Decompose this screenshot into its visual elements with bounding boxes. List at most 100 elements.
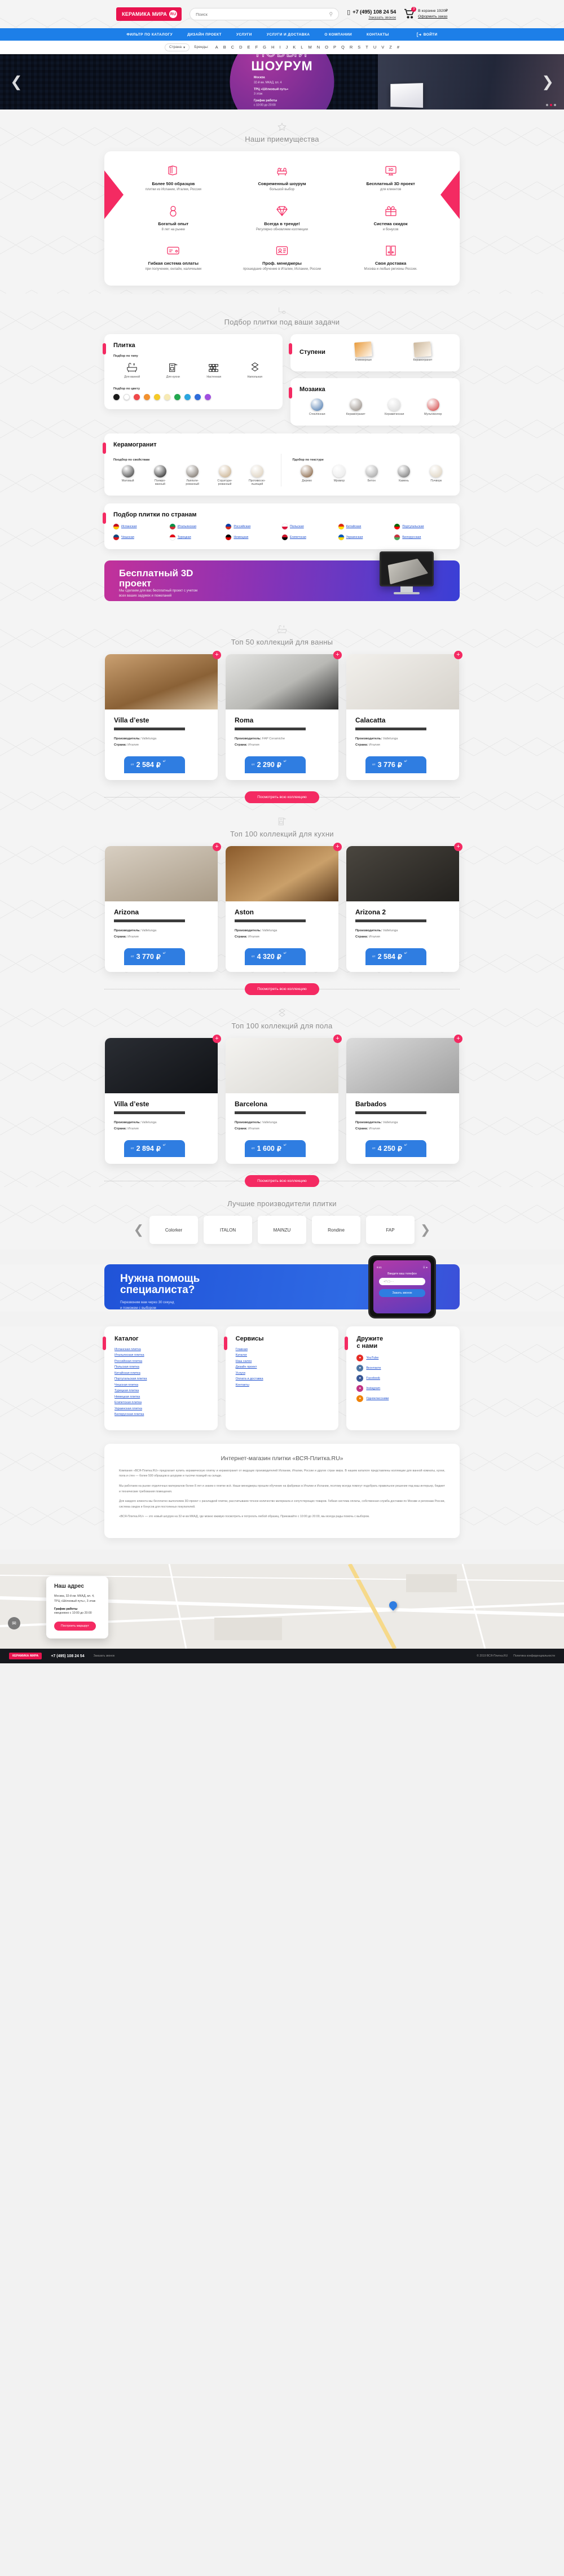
mosaic-item-1[interactable]: Керамогранит [341, 398, 371, 417]
footer-service-link-0[interactable]: Главная [236, 1348, 329, 1351]
porcelain-prop-1[interactable]: Полиро-ванный [147, 465, 174, 487]
footer-service-link-4[interactable]: Услуги [236, 1372, 329, 1375]
social-link[interactable]: Вконтакте [366, 1366, 381, 1370]
footer-catalog-link-6[interactable]: Чешская плитка [114, 1383, 208, 1387]
checkout-link[interactable]: Оформить заказ [418, 14, 448, 20]
brand-letter-J[interactable]: J [286, 45, 288, 50]
tile-type-2[interactable]: Настенная [199, 361, 228, 379]
product-card[interactable]: + Roma Производитель: FAP Ceramiche Страна:… [226, 651, 342, 781]
nav-item-delivery[interactable]: УСЛУГИ И ДОСТАВКА [267, 33, 310, 37]
nav-item-services[interactable]: УСЛУГИ [236, 33, 252, 37]
hero-next-arrow[interactable]: ❯ [541, 73, 554, 91]
country-item-0[interactable]: Испанская [113, 524, 170, 530]
country-link[interactable]: Египетская [290, 536, 306, 539]
manufacturer-logo-1[interactable]: ITALON [204, 1216, 252, 1245]
mosaic-item-0[interactable]: Стеклянная [302, 398, 332, 417]
cart-block[interactable]: 3 В корзине 1920₽ Оформить заказ [404, 6, 448, 20]
brand-letter-E[interactable]: E [248, 45, 250, 50]
social-item-2[interactable]: ● Facebook [356, 1375, 450, 1382]
product-card[interactable]: + Calacatta Производитель: Vallelunga Стран… [346, 651, 462, 781]
brand-letter-K[interactable]: K [293, 45, 296, 50]
callback-link[interactable]: Заказать звонок [352, 16, 396, 20]
bottom-callback[interactable]: Заказать звонок [94, 1654, 114, 1658]
footer-catalog-link-11[interactable]: Белорусская плитка [114, 1413, 208, 1416]
country-item-4[interactable]: Китайская [338, 524, 395, 530]
footer-service-link-3[interactable]: Дизайн проект [236, 1365, 329, 1369]
bottom-policy[interactable]: Политика конфиденциальности [513, 1654, 555, 1658]
mosaic-item-3[interactable]: Мультиколор [418, 398, 448, 417]
product-card[interactable]: + Villa d’este Производитель: Vallelunga Ст… [105, 1035, 221, 1164]
footer-catalog-link-1[interactable]: Итальянская плитка [114, 1353, 208, 1357]
social-link[interactable]: Instagram [366, 1387, 380, 1390]
manufacturer-logo-4[interactable]: FAP [366, 1216, 415, 1245]
country-item-11[interactable]: Белорусская [394, 535, 451, 541]
country-item-9[interactable]: Египетская [281, 535, 338, 541]
brand-letter-N[interactable]: N [317, 45, 320, 50]
porcelain-prop-2[interactable]: Лаппати-рованный [179, 465, 206, 487]
brand-letter-U[interactable]: U [373, 45, 376, 50]
add-to-cart-icon[interactable]: + [333, 651, 342, 660]
chevron-left-icon[interactable]: ❮ [134, 1223, 144, 1237]
product-card[interactable]: + Barcelona Производитель: Vallelunga Стран… [226, 1035, 342, 1164]
country-link[interactable]: Белорусская [402, 536, 421, 539]
country-link[interactable]: Китайская [346, 525, 362, 528]
footer-catalog-link-9[interactable]: Египетская плитка [114, 1401, 208, 1404]
social-item-3[interactable]: ● Instagram [356, 1385, 450, 1392]
social-link[interactable]: Facebook [366, 1377, 380, 1380]
color-swatch-4[interactable] [154, 393, 160, 400]
country-select[interactable]: Страна ▾ [164, 43, 190, 51]
chevron-right-icon[interactable]: ❯ [420, 1223, 430, 1237]
step-item-1[interactable]: Керамогранит [408, 341, 437, 362]
porcelain-texture-3[interactable]: Камень [390, 465, 417, 483]
product-price-button[interactable]: от 2 290 ₽ м² [245, 756, 306, 774]
country-item-7[interactable]: Турецкая [169, 535, 226, 541]
manufacturer-logo-2[interactable]: MAINZU [258, 1216, 306, 1245]
site-logo[interactable]: КЕРАМИКА МИРА RU [116, 7, 182, 21]
country-item-1[interactable]: Итальянская [169, 524, 226, 530]
footer-catalog-link-5[interactable]: Португальская плитка [114, 1377, 208, 1381]
footer-catalog-link-10[interactable]: Украинская плитка [114, 1407, 208, 1410]
country-item-6[interactable]: Чешская [113, 535, 170, 541]
porcelain-prop-3[interactable]: Структури-рованный [211, 465, 239, 487]
cart-icon[interactable]: 3 [404, 6, 417, 19]
brand-letter-V[interactable]: V [381, 45, 384, 50]
porcelain-prop-4[interactable]: Противоско-льзящий [244, 465, 271, 487]
product-card[interactable]: + Barbados Производитель: Vallelunga Страна… [346, 1035, 462, 1164]
login-button[interactable]: Войти [416, 32, 438, 37]
footer-catalog-link-2[interactable]: Российская плитка [114, 1360, 208, 1363]
country-link[interactable]: Турецкая [178, 536, 191, 539]
country-item-8[interactable]: Немецкая [226, 535, 282, 541]
brand-letter-D[interactable]: D [239, 45, 242, 50]
footer-service-link-1[interactable]: Каталог [236, 1353, 329, 1357]
footer-catalog-link-0[interactable]: Испанская плитка [114, 1348, 208, 1351]
footer-service-link-6[interactable]: Контакты [236, 1383, 329, 1387]
brand-letter-G[interactable]: G [263, 45, 266, 50]
step-item-0[interactable]: Клинкерные [349, 341, 378, 362]
brand-letter-Z[interactable]: Z [389, 45, 392, 50]
hero-dot[interactable] [546, 104, 548, 106]
map-section[interactable]: Наш адрес Москва, 32-й км. МКАД, вл. 4, Т… [0, 1564, 564, 1649]
brand-letter-C[interactable]: C [231, 45, 234, 50]
product-price-button[interactable]: от 2 584 ₽ м² [124, 756, 185, 774]
porcelain-texture-1[interactable]: Мрамор [325, 465, 352, 483]
brand-letter-I[interactable]: I [279, 45, 280, 50]
view-all-button[interactable]: Посмотреть всю коллекцию [245, 983, 319, 996]
porcelain-texture-4[interactable]: Пэчворк [422, 465, 450, 483]
brand-letter-#[interactable]: # [397, 45, 399, 50]
footer-catalog-link-4[interactable]: Китайская плитка [114, 1372, 208, 1375]
hero-prev-arrow[interactable]: ❮ [10, 73, 23, 91]
footer-catalog-link-7[interactable]: Турецкая плитка [114, 1389, 208, 1392]
hero-dot-active[interactable] [550, 104, 552, 106]
add-to-cart-icon[interactable]: + [213, 843, 221, 852]
nav-item-about[interactable]: О КОМПАНИИ [324, 33, 352, 37]
view-all-button[interactable]: Посмотреть всю коллекцию [245, 791, 319, 804]
brand-letter-Q[interactable]: Q [341, 45, 345, 50]
country-item-10[interactable]: Украинская [338, 535, 395, 541]
social-item-1[interactable]: ● Вконтакте [356, 1365, 450, 1372]
country-link[interactable]: Чешская [121, 536, 134, 539]
country-item-2[interactable]: Российская [226, 524, 282, 530]
manufacturer-logo-0[interactable]: Colorker [149, 1216, 198, 1245]
brand-letter-T[interactable]: T [365, 45, 368, 50]
country-link[interactable]: Итальянская [178, 525, 196, 528]
bottom-logo[interactable]: КЕРАМИКА МИРА [9, 1653, 42, 1660]
